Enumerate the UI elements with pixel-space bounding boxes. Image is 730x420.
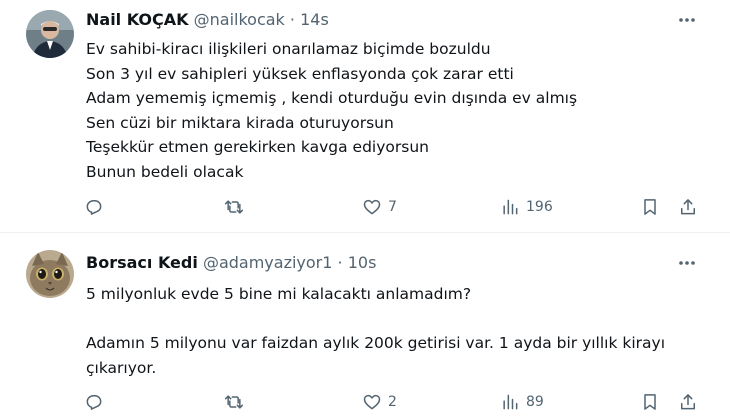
tweet-actions: 2 89 [0, 392, 730, 416]
like-button[interactable]: 7 [362, 197, 397, 217]
bookmark-button[interactable] [640, 197, 660, 217]
tweet-1[interactable]: Nail KOÇAK @nailkocak · 14s Ev sahibi-ki… [0, 0, 730, 232]
more-icon [679, 18, 695, 22]
bookmark-icon [644, 199, 656, 215]
reply-icon [86, 200, 102, 215]
more-options-button[interactable] [676, 253, 698, 273]
tweet-2[interactable]: Borsacı Kedi @adamyaziyor1 · 10s 5 milyo… [0, 233, 730, 420]
share-button[interactable] [678, 197, 698, 217]
avatar[interactable] [26, 250, 74, 298]
views-button[interactable]: 89 [500, 392, 544, 412]
bookmark-button[interactable] [640, 392, 660, 412]
separator-dot: · [337, 253, 343, 272]
timestamp[interactable]: 10s [348, 253, 377, 272]
avatar-photo [26, 250, 74, 298]
share-icon [681, 394, 695, 410]
like-count: 7 [388, 199, 397, 215]
share-button[interactable] [678, 392, 698, 412]
like-count: 2 [388, 394, 397, 410]
heart-icon [363, 199, 381, 215]
retweet-button[interactable] [224, 392, 250, 412]
view-count: 89 [526, 394, 544, 410]
tweet-text: 5 milyonluk evde 5 bine mi kalacaktı anl… [86, 285, 666, 377]
reply-icon [86, 395, 102, 410]
tweet-header: Borsacı Kedi @adamyaziyor1 · 10s [86, 253, 376, 273]
views-icon [503, 199, 518, 215]
view-count: 196 [526, 199, 553, 215]
reply-button[interactable] [84, 392, 110, 412]
share-icon [681, 199, 695, 215]
reply-button[interactable] [84, 197, 110, 217]
tweet-header: Nail KOÇAK @nailkocak · 14s [86, 10, 329, 30]
views-icon [503, 394, 518, 410]
more-icon [679, 261, 695, 265]
avatar[interactable] [26, 10, 74, 58]
timestamp[interactable]: 14s [300, 10, 329, 29]
separator-dot: · [289, 10, 295, 29]
heart-icon [363, 394, 381, 410]
retweet-icon [224, 200, 244, 214]
display-name[interactable]: Borsacı Kedi [86, 253, 198, 272]
display-name[interactable]: Nail KOÇAK [86, 10, 189, 29]
more-options-button[interactable] [676, 10, 698, 30]
user-handle[interactable]: @adamyaziyor1 [203, 253, 332, 272]
retweet-button[interactable] [224, 197, 250, 217]
user-handle[interactable]: @nailkocak [194, 10, 285, 29]
retweet-icon [224, 395, 244, 409]
avatar-photo [26, 10, 74, 58]
views-button[interactable]: 196 [500, 197, 553, 217]
like-button[interactable]: 2 [362, 392, 397, 412]
bookmark-icon [644, 394, 656, 410]
tweet-text: Ev sahibi-kiracı ilişkileri onarılamaz b… [86, 40, 578, 181]
tweet-actions: 7 196 [0, 197, 730, 221]
